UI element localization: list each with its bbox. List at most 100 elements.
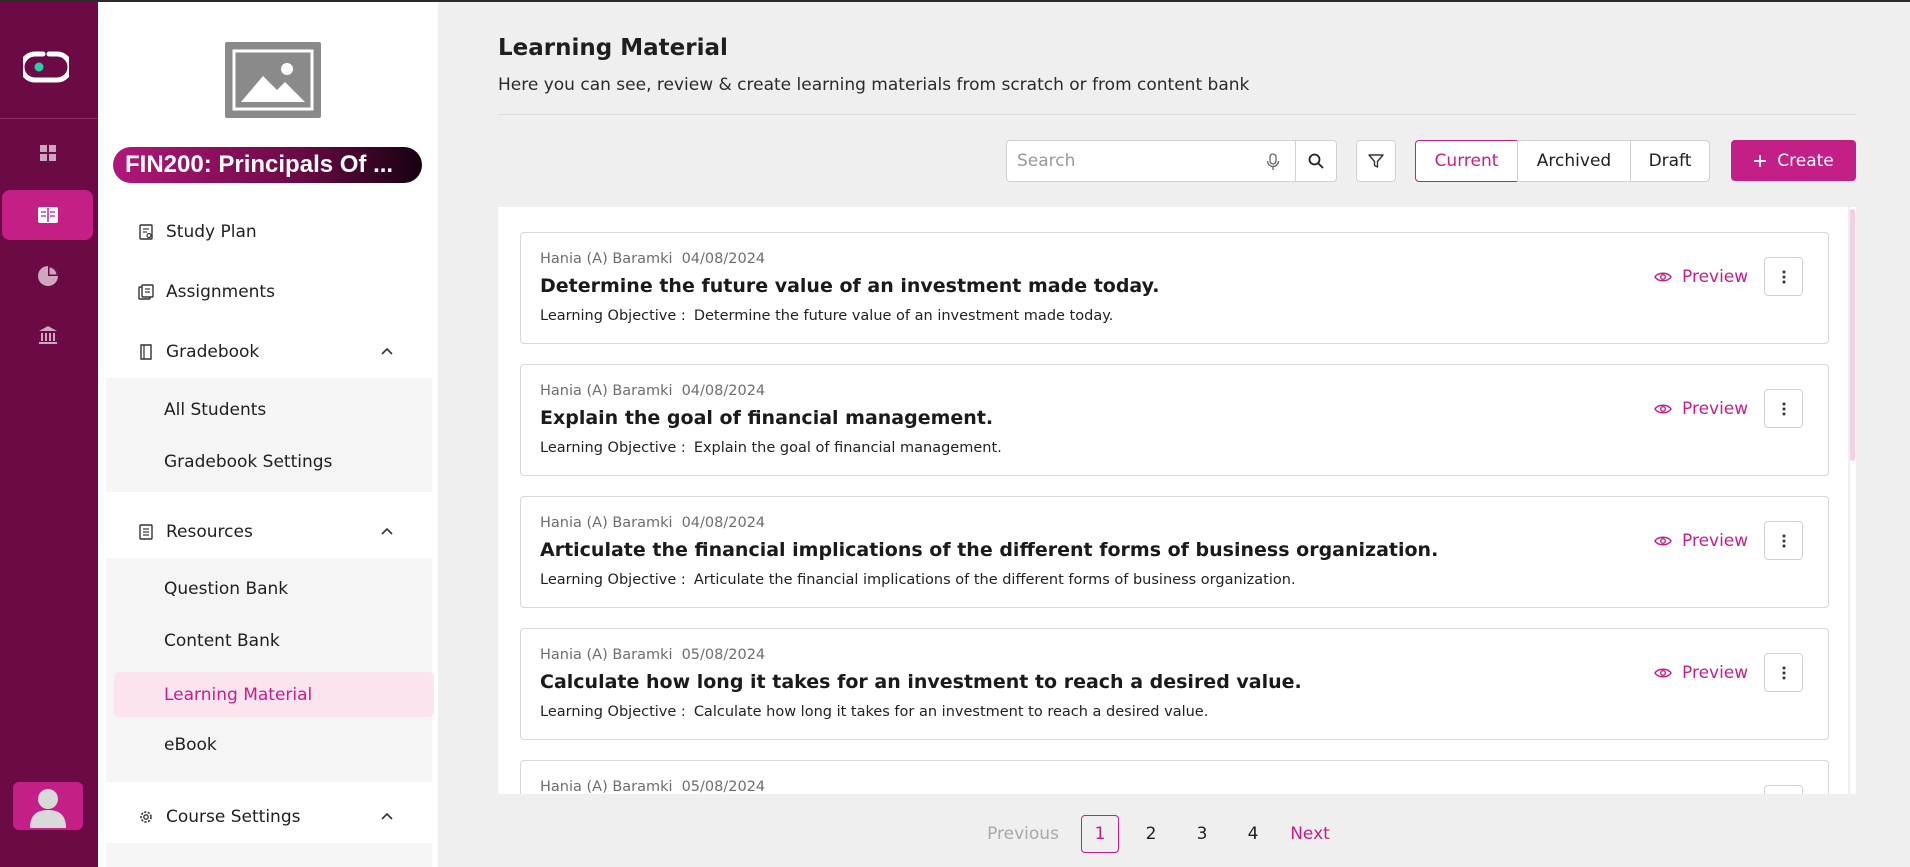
grid-icon xyxy=(39,145,56,161)
chevron-up-icon[interactable] xyxy=(380,525,394,539)
course-sidebar: FIN200: Principals Of ... Study Plan Ass… xyxy=(98,2,438,867)
kebab-menu-icon xyxy=(1782,666,1785,679)
gradebook-submenu: All Students Gradebook Settings xyxy=(106,378,432,492)
eye-icon xyxy=(1654,272,1672,282)
preview-label: Preview xyxy=(1682,531,1749,551)
preview-button[interactable]: Preview xyxy=(1654,397,1748,421)
search-box xyxy=(1006,140,1301,182)
pagination-next[interactable]: Next xyxy=(1288,815,1332,853)
sub-item-gradebook-settings[interactable]: Gradebook Settings xyxy=(106,441,432,483)
materials-list: Hania (A) Baramki 04/08/2024 Determine th… xyxy=(498,207,1848,794)
image-placeholder-icon xyxy=(232,49,314,111)
app-rail xyxy=(0,2,98,867)
sub-item-learning-material[interactable]: Learning Material xyxy=(114,672,434,717)
card-date: 05/08/2024 xyxy=(681,647,766,663)
material-card[interactable]: Hania (A) Baramki 04/08/2024 Explain the … xyxy=(520,364,1829,476)
card-meta: Hania (A) Baramki 04/08/2024 xyxy=(540,515,765,531)
gradebook-icon xyxy=(138,344,154,360)
material-card[interactable]: Hania (A) Baramki 04/08/2024 Articulate t… xyxy=(520,496,1829,608)
sub-item-content-bank[interactable]: Content Bank xyxy=(106,620,432,662)
nav-study-plan[interactable]: Study Plan xyxy=(98,210,438,254)
card-objective: Learning Objective : Explain the goal of … xyxy=(540,440,1002,456)
user-avatar[interactable] xyxy=(13,782,83,830)
objective-label: Learning Objective : xyxy=(540,440,686,456)
rail-analytics-button[interactable] xyxy=(2,251,93,301)
card-title[interactable]: Determine the future value of an investm… xyxy=(540,275,1160,297)
bank-icon xyxy=(38,326,57,344)
card-date: 04/08/2024 xyxy=(681,515,766,531)
kebab-menu-icon xyxy=(1782,270,1785,283)
nav-course-settings[interactable]: Course Settings xyxy=(98,795,438,839)
page-3[interactable]: 3 xyxy=(1183,815,1221,853)
more-options-button[interactable] xyxy=(1764,389,1803,428)
nav-assignments-label: Assignments xyxy=(166,282,275,302)
card-title[interactable]: Articulate the financial implications of… xyxy=(540,539,1438,561)
more-options-button[interactable] xyxy=(1764,521,1803,560)
objective-text: Explain the goal of financial management… xyxy=(693,440,1002,456)
page-1[interactable]: 1 xyxy=(1081,815,1119,853)
course-title[interactable]: FIN200: Principals Of ... xyxy=(113,147,422,183)
filter-button[interactable] xyxy=(1356,140,1396,182)
course-image-placeholder xyxy=(225,42,321,118)
microphone-icon[interactable] xyxy=(1265,153,1281,171)
preview-label: Preview xyxy=(1682,663,1749,683)
tab-current[interactable]: Current xyxy=(1415,140,1518,182)
create-button-label: Create xyxy=(1777,150,1834,171)
sub-item-all-students[interactable]: All Students xyxy=(106,389,432,431)
objective-label: Learning Objective : xyxy=(540,308,686,324)
more-options-button[interactable] xyxy=(1764,653,1803,692)
nav-gradebook[interactable]: Gradebook xyxy=(98,330,438,374)
preview-button[interactable]: Preview xyxy=(1654,529,1748,553)
card-objective: Learning Objective : Articulate the finan… xyxy=(540,572,1296,588)
nav-assignments[interactable]: Assignments xyxy=(98,270,438,314)
preview-label: Preview xyxy=(1682,399,1749,419)
pagination-previous[interactable]: Previous xyxy=(986,815,1060,853)
preview-label: Preview xyxy=(1682,267,1749,287)
assignments-icon xyxy=(138,284,154,300)
card-author: Hania (A) Baramki xyxy=(540,383,673,399)
chevron-up-icon[interactable] xyxy=(380,345,394,359)
create-button[interactable]: Create xyxy=(1731,140,1856,181)
page-2[interactable]: 2 xyxy=(1132,815,1170,853)
chevron-up-icon[interactable] xyxy=(380,810,394,824)
rail-institution-button[interactable] xyxy=(2,310,93,360)
nav-course-settings-label: Course Settings xyxy=(166,807,301,827)
gear-icon xyxy=(138,809,154,825)
plus-icon xyxy=(1754,154,1767,167)
more-options-button[interactable] xyxy=(1764,785,1803,794)
tab-archived[interactable]: Archived xyxy=(1517,140,1631,182)
card-date: 04/08/2024 xyxy=(681,383,766,399)
card-date: 04/08/2024 xyxy=(681,251,766,267)
rail-dashboard-button[interactable] xyxy=(2,128,93,178)
card-meta: Hania (A) Baramki 05/08/2024 xyxy=(540,779,765,794)
kebab-menu-icon xyxy=(1782,534,1785,547)
app-logo-icon[interactable] xyxy=(23,50,69,84)
material-card[interactable]: Hania (A) Baramki 05/08/2024 xyxy=(520,760,1829,794)
material-card[interactable]: Hania (A) Baramki 04/08/2024 Determine th… xyxy=(520,232,1829,344)
kebab-menu-icon xyxy=(1782,402,1785,415)
eye-icon xyxy=(1654,536,1672,546)
tab-draft[interactable]: Draft xyxy=(1630,140,1710,182)
card-meta: Hania (A) Baramki 05/08/2024 xyxy=(540,647,765,663)
search-button[interactable] xyxy=(1295,140,1337,182)
page-4[interactable]: 4 xyxy=(1234,815,1272,853)
preview-button[interactable]: Preview xyxy=(1654,661,1748,685)
resources-icon xyxy=(138,524,154,540)
list-scrollbar-thumb[interactable] xyxy=(1850,209,1855,461)
more-options-button[interactable] xyxy=(1764,257,1803,296)
nav-resources[interactable]: Resources xyxy=(98,510,438,554)
card-title[interactable]: Calculate how long it takes for an inves… xyxy=(540,671,1302,693)
preview-button[interactable]: Preview xyxy=(1654,265,1748,289)
objective-label: Learning Objective : xyxy=(540,704,686,720)
search-icon xyxy=(1308,153,1324,169)
card-objective: Learning Objective : Determine the future… xyxy=(540,308,1113,324)
pie-chart-icon xyxy=(37,266,58,286)
card-title[interactable]: Explain the goal of financial management… xyxy=(540,407,993,429)
objective-label: Learning Objective : xyxy=(540,572,686,588)
search-input[interactable] xyxy=(1007,151,1247,171)
material-card[interactable]: Hania (A) Baramki 05/08/2024 Calculate ho… xyxy=(520,628,1829,740)
sub-item-ebook[interactable]: eBook xyxy=(106,724,432,766)
rail-learning-button[interactable] xyxy=(2,190,93,240)
sub-item-question-bank[interactable]: Question Bank xyxy=(106,568,432,610)
card-meta: Hania (A) Baramki 04/08/2024 xyxy=(540,251,765,267)
